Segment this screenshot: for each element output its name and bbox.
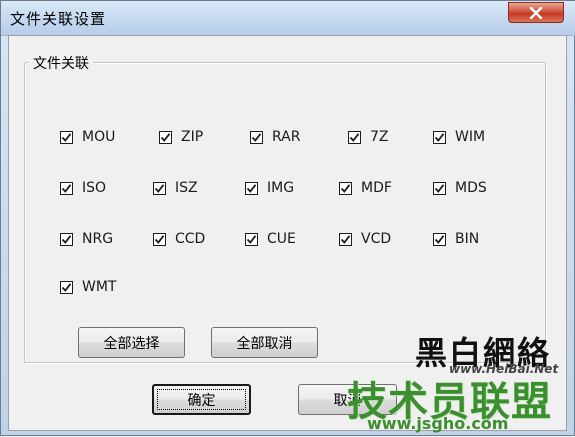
checkmark-icon (434, 234, 445, 244)
checkmark-icon (61, 282, 72, 292)
checkbox-label: MDF (361, 180, 392, 196)
checkbox-label: MOU (82, 129, 116, 145)
checkbox-img[interactable]: IMG (245, 179, 294, 197)
checkbox-mdf[interactable]: MDF (339, 179, 392, 197)
checkbox-box[interactable] (339, 232, 352, 246)
close-button[interactable] (508, 2, 564, 23)
ok-button[interactable]: 确定 (152, 384, 251, 415)
checkbox-isz[interactable]: ISZ (153, 179, 198, 197)
association-groupbox (24, 62, 546, 363)
checkbox-label: CUE (267, 231, 296, 247)
checkmark-icon (61, 234, 72, 244)
checkbox-label: WIM (455, 129, 486, 145)
checkbox-label: CCD (175, 231, 206, 247)
cancel-button[interactable]: 取消 (298, 384, 397, 415)
checkmark-icon (61, 183, 72, 193)
checkbox-label: NRG (82, 231, 114, 247)
checkbox-label: RAR (272, 129, 301, 145)
checkmark-icon (246, 183, 257, 193)
checkbox-7z[interactable]: 7Z (348, 128, 389, 146)
checkbox-box[interactable] (433, 181, 446, 195)
checkbox-box[interactable] (250, 130, 263, 144)
checkbox-box[interactable] (433, 130, 446, 144)
dialog-body: 文件关联 MOU ZIP RAR 7Z WIM ISO ISZ IMG MDF … (8, 35, 567, 431)
checkbox-wim[interactable]: WIM (433, 128, 485, 146)
checkmark-icon (340, 183, 351, 193)
checkmark-icon (251, 132, 262, 142)
checkbox-box[interactable] (60, 181, 73, 195)
checkbox-box[interactable] (348, 130, 361, 144)
checkbox-label: BIN (455, 231, 480, 247)
checkbox-box[interactable] (60, 232, 73, 246)
checkbox-label: MDS (455, 180, 487, 196)
deselect-all-button[interactable]: 全部取消 (211, 327, 318, 358)
checkbox-label: IMG (267, 180, 295, 196)
checkbox-label: 7Z (370, 129, 389, 145)
title-bar[interactable]: 文件关联设置 (1, 1, 575, 36)
window-title: 文件关联设置 (10, 10, 107, 28)
close-icon (529, 6, 543, 19)
checkmark-icon (246, 234, 257, 244)
checkmark-icon (160, 132, 171, 142)
checkbox-box[interactable] (153, 232, 166, 246)
checkbox-label: ZIP (181, 129, 204, 145)
dialog-window: 文件关联设置 文件关联 MOU ZIP RAR 7Z WIM ISO ISZ I… (0, 0, 575, 436)
checkmark-icon (340, 234, 351, 244)
checkbox-box[interactable] (153, 181, 166, 195)
select-all-button[interactable]: 全部选择 (78, 327, 185, 358)
checkbox-box[interactable] (60, 280, 73, 294)
checkmark-icon (434, 132, 445, 142)
checkbox-label: VCD (361, 231, 392, 247)
checkbox-label: ISO (82, 180, 107, 196)
checkbox-cue[interactable]: CUE (245, 230, 296, 248)
checkbox-zip[interactable]: ZIP (159, 128, 203, 146)
checkbox-box[interactable] (60, 130, 73, 144)
checkbox-box[interactable] (339, 181, 352, 195)
group-label: 文件关联 (29, 53, 93, 73)
checkmark-icon (349, 132, 360, 142)
checkbox-box[interactable] (245, 181, 258, 195)
checkbox-box[interactable] (433, 232, 446, 246)
checkbox-iso[interactable]: ISO (60, 179, 106, 197)
checkbox-label: ISZ (175, 180, 198, 196)
checkmark-icon (154, 234, 165, 244)
checkbox-bin[interactable]: BIN (433, 230, 479, 248)
checkmark-icon (154, 183, 165, 193)
checkmark-icon (61, 132, 72, 142)
checkbox-rar[interactable]: RAR (250, 128, 300, 146)
checkbox-box[interactable] (245, 232, 258, 246)
checkbox-vcd[interactable]: VCD (339, 230, 391, 248)
checkbox-mds[interactable]: MDS (433, 179, 487, 197)
checkbox-nrg[interactable]: NRG (60, 230, 113, 248)
checkbox-label: WMT (82, 279, 117, 295)
checkmark-icon (434, 183, 445, 193)
checkbox-box[interactable] (159, 130, 172, 144)
checkbox-ccd[interactable]: CCD (153, 230, 205, 248)
checkbox-mou[interactable]: MOU (60, 128, 115, 146)
checkbox-wmt[interactable]: WMT (60, 278, 116, 296)
